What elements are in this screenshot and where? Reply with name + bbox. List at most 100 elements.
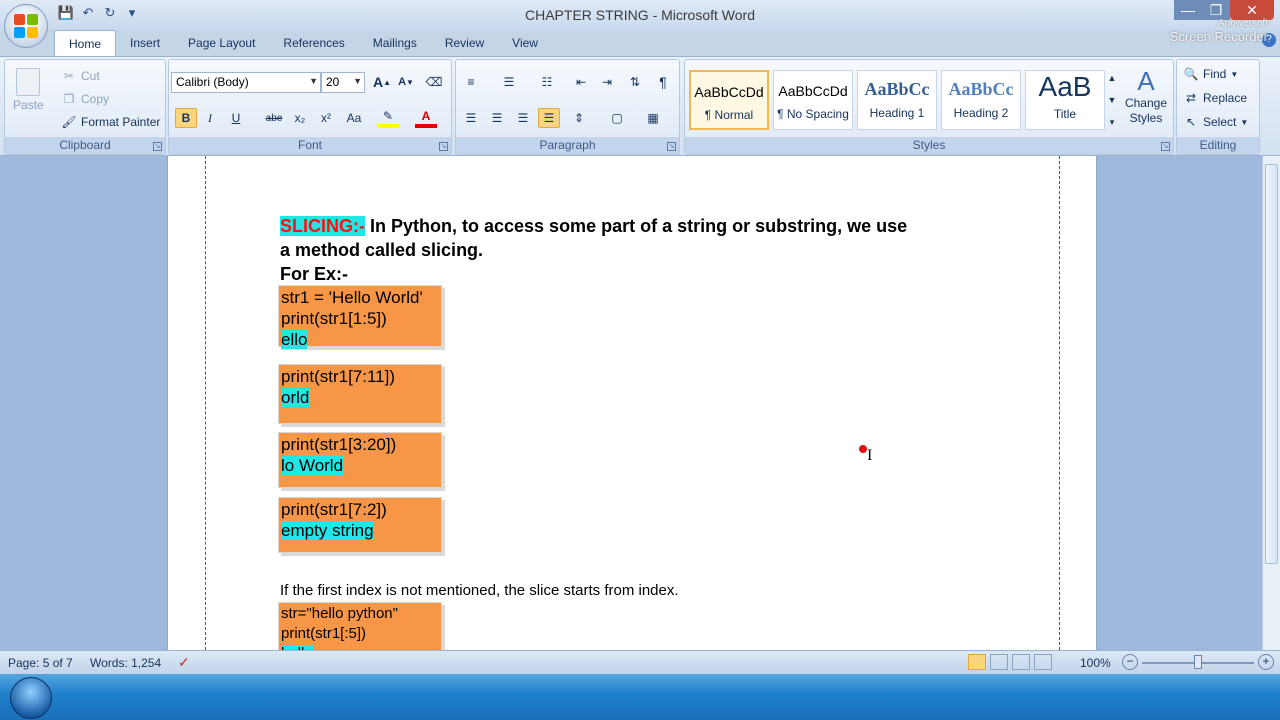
- tab-insert[interactable]: Insert: [116, 30, 174, 56]
- style-title[interactable]: AaB Title: [1025, 70, 1105, 130]
- code-box-3: print(str1[3:20]) lo World: [278, 432, 442, 488]
- zoom-out-icon[interactable]: −: [1122, 654, 1138, 670]
- font-color-button[interactable]: A: [415, 108, 437, 128]
- subscript-button[interactable]: x₂: [289, 108, 311, 128]
- clear-format-button[interactable]: ⌫: [423, 72, 445, 92]
- document-area: SLICING:- In Python, to access some part…: [0, 156, 1262, 650]
- style-heading-1[interactable]: AaBbCc Heading 1: [857, 70, 937, 130]
- borders-icon[interactable]: ▦: [642, 108, 664, 128]
- style-normal[interactable]: AaBbCcDd ¶ Normal: [689, 70, 769, 130]
- full-screen-reading-icon[interactable]: [990, 654, 1008, 670]
- numbering-icon[interactable]: ☰: [498, 72, 520, 92]
- eraser-icon: ⌫: [425, 75, 443, 89]
- outline-icon[interactable]: [1034, 654, 1052, 670]
- ribbon-tabs: Home Insert Page Layout References Maili…: [54, 30, 552, 56]
- font-launcher-icon[interactable]: ↘: [439, 142, 448, 151]
- code-line: str1 = 'Hello World': [281, 288, 423, 307]
- sort-icon[interactable]: ⇅: [624, 72, 646, 92]
- increase-indent-icon[interactable]: ⇥: [596, 72, 618, 92]
- line-spacing-icon[interactable]: ⇕: [568, 108, 590, 128]
- title-bar: 💾 ↶ ↻ ▾ CHAPTER STRING - Microsoft Word …: [0, 0, 1280, 30]
- zoom-slider-thumb[interactable]: [1194, 655, 1202, 669]
- proofing-icon[interactable]: ✓: [178, 654, 190, 671]
- justify-icon[interactable]: ☰: [538, 108, 560, 128]
- align-center-icon[interactable]: ☰: [486, 108, 508, 128]
- note-paragraph: If the first index is not mentioned, the…: [280, 582, 679, 599]
- slicing-heading: SLICING:-: [280, 216, 365, 236]
- shading-icon[interactable]: ▢: [606, 108, 628, 128]
- chevron-down-icon: ▼: [353, 76, 362, 86]
- highlight-icon[interactable]: ✎: [377, 108, 399, 128]
- web-layout-icon[interactable]: [1012, 654, 1030, 670]
- find-button[interactable]: 🔍 Find ▼: [1183, 66, 1239, 82]
- text-cursor-icon: I: [867, 447, 873, 464]
- word-count[interactable]: Words: 1,254: [90, 656, 161, 670]
- tab-review[interactable]: Review: [431, 30, 498, 56]
- paste-button[interactable]: Paste: [13, 68, 44, 112]
- align-right-icon[interactable]: ☰: [512, 108, 534, 128]
- replace-icon: ⇄: [1185, 91, 1197, 105]
- slicing-text-line-2: a method called slicing.: [280, 240, 484, 260]
- tab-page-layout[interactable]: Page Layout: [174, 30, 269, 56]
- code-line: print(str1[1:5]): [281, 309, 387, 328]
- show-formatting-button[interactable]: ¶: [652, 72, 674, 92]
- styles-scroll-up-icon[interactable]: ▲: [1105, 68, 1119, 88]
- change-case-button[interactable]: Aa: [343, 108, 365, 128]
- zoom-in-icon[interactable]: +: [1258, 654, 1274, 670]
- grow-font-button[interactable]: A ▲: [371, 72, 393, 92]
- code-box-2: print(str1[7:11]) orld: [278, 364, 442, 424]
- copy-icon: ❐: [63, 92, 75, 106]
- left-margin-guide: [205, 156, 206, 650]
- tab-view[interactable]: View: [498, 30, 552, 56]
- multilevel-list-icon[interactable]: ☷: [536, 72, 558, 92]
- clipboard-label: Clipboard: [5, 137, 165, 154]
- ribbon: Paste ✂ Cut ❐ Copy 🖌 Format Painter Clipboa…: [0, 56, 1280, 156]
- decrease-indent-icon[interactable]: ⇤: [570, 72, 592, 92]
- office-button[interactable]: [4, 4, 48, 48]
- right-margin-guide: [1059, 156, 1060, 650]
- shrink-font-button[interactable]: A ▼: [395, 72, 417, 92]
- pointer-icon: ↖: [1185, 115, 1197, 129]
- style-no-spacing[interactable]: AaBbCcDd ¶ No Spacing: [773, 70, 853, 130]
- styles-scroll-down-icon[interactable]: ▼: [1105, 90, 1119, 110]
- font-name-combo[interactable]: Calibri (Body) ▼: [171, 72, 321, 93]
- zoom-level[interactable]: 100%: [1080, 656, 1111, 670]
- bold-button[interactable]: B: [175, 108, 197, 128]
- paste-icon: [16, 68, 41, 96]
- clipboard-launcher-icon[interactable]: ↘: [153, 142, 162, 151]
- replace-button[interactable]: ⇄ Replace: [1183, 90, 1247, 106]
- select-button[interactable]: ↖ Select ▼: [1183, 114, 1248, 130]
- tab-home[interactable]: Home: [54, 30, 117, 56]
- styles-more-icon[interactable]: ▾: [1105, 112, 1119, 132]
- change-styles-button[interactable]: A Change Styles: [1123, 66, 1169, 126]
- start-button-icon[interactable]: [10, 677, 52, 719]
- scrollbar-thumb[interactable]: [1265, 164, 1278, 564]
- editing-label: Editing: [1177, 137, 1259, 154]
- styles-launcher-icon[interactable]: ↘: [1161, 142, 1170, 151]
- tab-references[interactable]: References: [269, 30, 358, 56]
- slicing-paragraph: SLICING:- In Python, to access some part…: [280, 214, 1000, 286]
- tab-mailings[interactable]: Mailings: [359, 30, 431, 56]
- page-indicator[interactable]: Page: 5 of 7: [8, 656, 73, 670]
- paragraph-launcher-icon[interactable]: ↘: [667, 142, 676, 151]
- underline-button[interactable]: U: [225, 108, 247, 128]
- font-label: Font: [169, 137, 451, 154]
- bullets-icon[interactable]: ≡: [460, 72, 482, 92]
- vertical-scrollbar[interactable]: [1262, 156, 1280, 650]
- format-painter-button[interactable]: 🖌 Format Painter: [61, 114, 160, 130]
- font-size-combo[interactable]: 20 ▼: [321, 72, 365, 93]
- italic-button[interactable]: I: [199, 108, 221, 128]
- cut-button[interactable]: ✂ Cut: [61, 68, 100, 84]
- recorder-click-marker: [859, 445, 867, 453]
- align-left-icon[interactable]: ☰: [460, 108, 482, 128]
- document-page[interactable]: SLICING:- In Python, to access some part…: [167, 156, 1097, 650]
- copy-button[interactable]: ❐ Copy: [61, 91, 109, 107]
- print-layout-icon[interactable]: [968, 654, 986, 670]
- strikethrough-button[interactable]: abe: [263, 108, 285, 128]
- recorder-watermark: Apowersoft Screen Recorder: [1169, 18, 1268, 44]
- style-heading-2[interactable]: AaBbCc Heading 2: [941, 70, 1021, 130]
- code-box-4: print(str1[7:2]) empty string: [278, 497, 442, 553]
- view-buttons: [968, 654, 1064, 672]
- styles-label: Styles: [685, 137, 1173, 154]
- superscript-button[interactable]: x²: [315, 108, 337, 128]
